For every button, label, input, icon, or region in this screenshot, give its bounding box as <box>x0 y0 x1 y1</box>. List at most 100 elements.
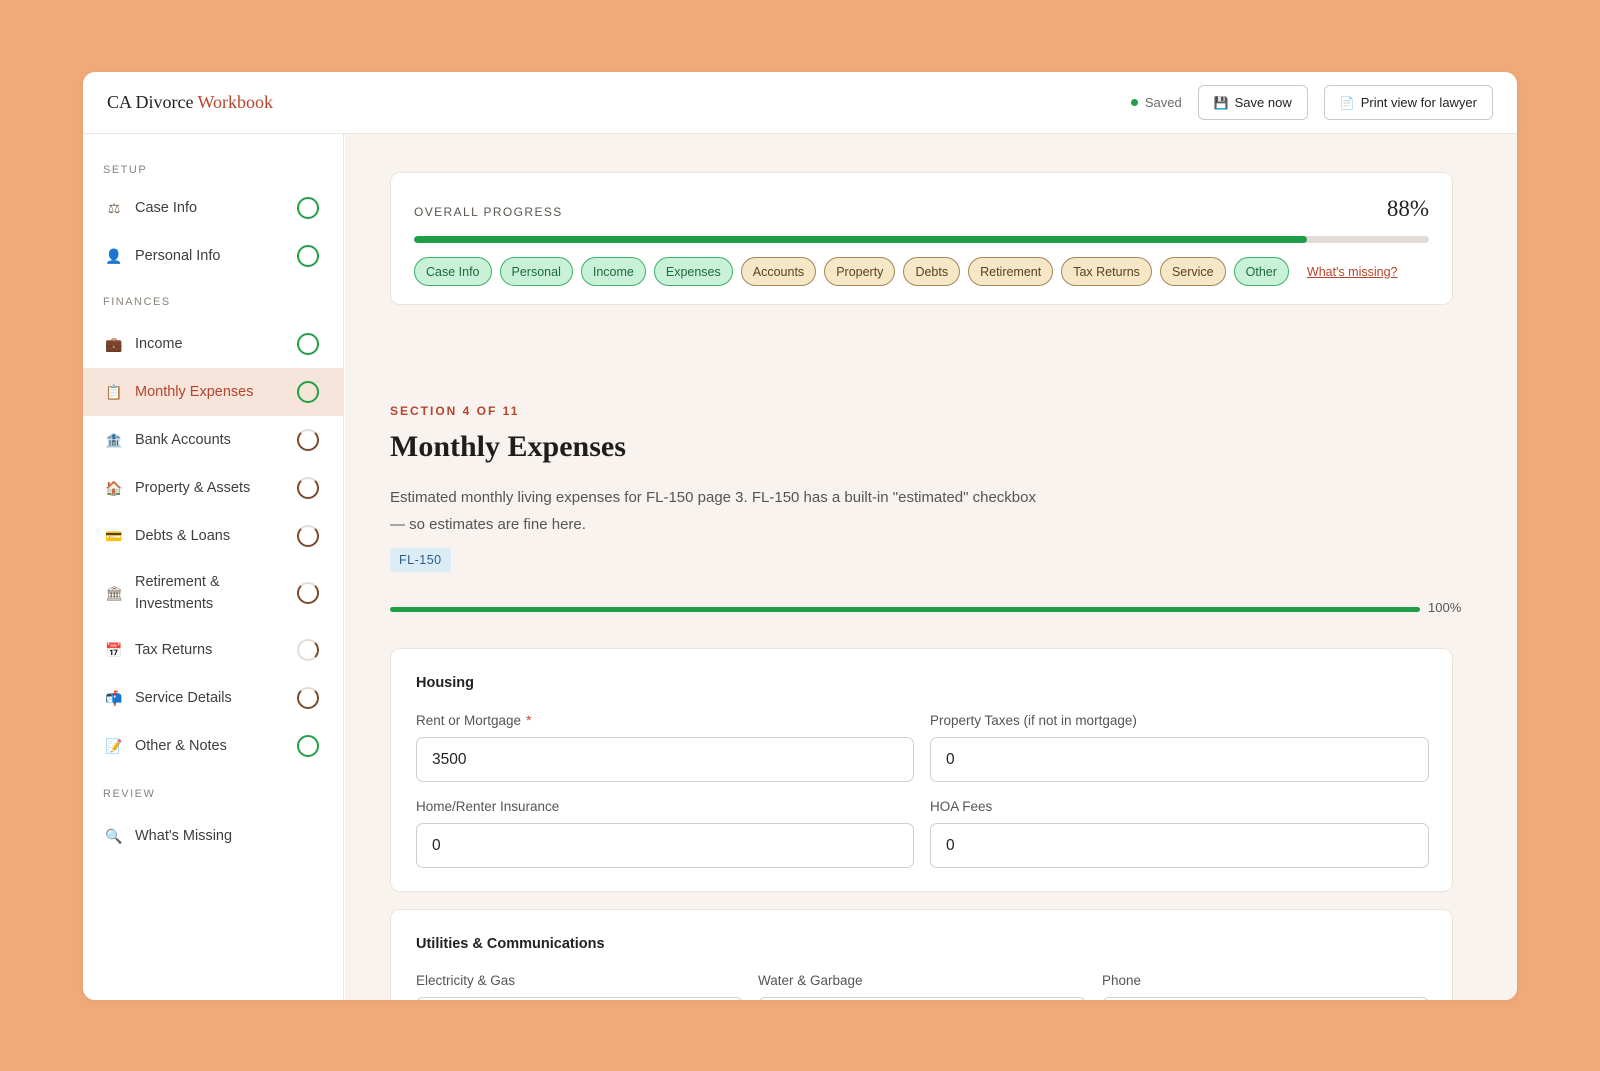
low-status-ring-icon <box>297 639 319 661</box>
sidebar-group-review: REVIEW <box>103 788 156 800</box>
sidebar-item-label: Case Info <box>135 199 198 216</box>
memo-icon: 📝 <box>105 737 123 754</box>
house-icon: 🏠 <box>105 479 123 496</box>
electricity-gas-input[interactable] <box>416 997 743 1000</box>
progress-chip-service[interactable]: Service <box>1159 257 1226 286</box>
property-taxes-label: Property Taxes (if not in mortgage) <box>930 713 1137 728</box>
sidebar-group-finances: FINANCES <box>103 296 171 308</box>
whats-missing-link[interactable]: What's missing? <box>1307 265 1398 279</box>
water-garbage-input[interactable] <box>758 997 1086 1000</box>
partial-status-ring-icon <box>297 477 319 499</box>
app-brand[interactable]: CA Divorce Workbook <box>107 92 273 113</box>
hoa-fees-label: HOA Fees <box>930 799 993 814</box>
partial-status-ring-icon <box>297 429 319 451</box>
calendar-icon: 📅 <box>105 641 123 658</box>
progress-chip-other[interactable]: Other <box>1233 257 1289 286</box>
sidebar-group-setup: SETUP <box>103 164 148 176</box>
complete-status-ring-icon <box>297 245 319 267</box>
home-insurance-input[interactable] <box>416 823 914 868</box>
overall-progress-card: OVERALL PROGRESS 88% Case Info Personal In… <box>390 172 1453 305</box>
housing-card: Housing Rent or Mortgage * Property Taxes… <box>390 648 1453 892</box>
section-progress-bar <box>390 607 1420 612</box>
saved-indicator-dot <box>1130 99 1138 106</box>
credit-card-icon: 💳 <box>105 527 123 544</box>
electricity-gas-label: Electricity & Gas <box>416 973 516 988</box>
mailbox-icon: 📬 <box>105 689 123 706</box>
sidebar-item-debts-loans[interactable]: 💳 Debts & Loans <box>83 512 343 560</box>
overall-progress-fill <box>414 236 1308 243</box>
sidebar-item-retirement-investments[interactable]: 🏛 Retirement & Investments <box>83 560 343 626</box>
rent-mortgage-label: Rent or Mortgage * <box>416 713 531 728</box>
progress-chip-debts[interactable]: Debts <box>903 257 961 286</box>
sidebar-item-property-assets[interactable]: 🏠 Property & Assets <box>83 464 343 512</box>
document-icon: 📄 <box>1339 95 1355 110</box>
sidebar-item-case-info[interactable]: ⚖ Case Info <box>83 184 343 232</box>
complete-status-ring-icon <box>297 197 319 219</box>
sidebar-item-income[interactable]: 💼 Income <box>83 320 343 368</box>
sidebar-item-label: Debts & Loans <box>135 527 231 544</box>
housing-title: Housing <box>416 675 474 691</box>
person-icon: 👤 <box>105 247 123 264</box>
sidebar-item-monthly-expenses[interactable]: 📋 Monthly Expenses <box>83 368 343 416</box>
phone-label: Phone <box>1102 973 1142 988</box>
scales-icon: ⚖ <box>107 199 121 216</box>
phone-input[interactable] <box>1102 997 1429 1000</box>
sidebar-item-label: Other & Notes <box>135 737 227 754</box>
sidebar-item-label: Retirement & Investments <box>135 573 220 612</box>
main-content: OVERALL PROGRESS 88% Case Info Personal In… <box>345 134 1517 1000</box>
sidebar-item-label: Monthly Expenses <box>135 383 254 400</box>
sidebar: SETUP ⚖ Case Info 👤 Personal Info FINANC… <box>83 134 344 1000</box>
progress-chip-property[interactable]: Property <box>824 257 896 286</box>
required-marker: * <box>526 713 532 728</box>
sidebar-item-label: Service Details <box>135 689 232 706</box>
progress-chip-retirement[interactable]: Retirement <box>968 257 1054 286</box>
sidebar-item-label: Bank Accounts <box>135 431 231 448</box>
overall-progress-bar <box>414 236 1429 243</box>
magnifying-glass-icon: 🔍 <box>105 827 123 844</box>
partial-status-ring-icon <box>297 687 319 709</box>
overall-progress-percent: 88% <box>1386 196 1429 221</box>
section-description: Estimated monthly living expenses for FL… <box>390 489 1036 533</box>
progress-chip-tax-returns[interactable]: Tax Returns <box>1061 257 1152 286</box>
classical-building-icon: 🏛 <box>105 584 123 601</box>
overall-progress-label: OVERALL PROGRESS <box>414 205 563 219</box>
floppy-disk-icon: 💾 <box>1213 95 1229 110</box>
sidebar-item-label: Personal Info <box>135 247 221 264</box>
sidebar-item-bank-accounts[interactable]: 🏦 Bank Accounts <box>83 416 343 464</box>
save-now-label: Save now <box>1234 95 1292 110</box>
sidebar-item-label: Property & Assets <box>135 479 251 496</box>
progress-chip-income[interactable]: Income <box>580 257 646 286</box>
water-garbage-label: Water & Garbage <box>758 973 863 988</box>
sidebar-item-tax-returns[interactable]: 📅 Tax Returns <box>83 626 343 674</box>
complete-status-ring-icon <box>297 381 319 403</box>
progress-chip-personal[interactable]: Personal <box>499 257 573 286</box>
print-view-button[interactable]: 📄 Print view for lawyer <box>1323 85 1493 120</box>
section-kicker: SECTION 4 OF 11 <box>390 404 520 418</box>
sidebar-item-label: Income <box>135 335 183 352</box>
partial-status-ring-icon <box>297 525 319 547</box>
sidebar-item-other-notes[interactable]: 📝 Other & Notes <box>83 722 343 770</box>
complete-status-ring-icon <box>297 735 319 757</box>
complete-status-ring-icon <box>297 333 319 355</box>
receipt-icon: 📋 <box>105 383 123 400</box>
save-now-button[interactable]: 💾 Save now <box>1197 85 1308 120</box>
print-view-label: Print view for lawyer <box>1360 95 1477 110</box>
progress-chip-expenses[interactable]: Expenses <box>653 257 733 286</box>
saved-label: Saved <box>1144 95 1182 110</box>
hoa-fees-input[interactable] <box>930 823 1429 868</box>
section-progress-fill <box>390 607 1420 612</box>
progress-chip-accounts[interactable]: Accounts <box>740 257 817 286</box>
sidebar-item-label: What's Missing <box>135 827 233 844</box>
property-taxes-input[interactable] <box>930 737 1429 782</box>
app-window: CA Divorce Workbook Saved 💾 Save now 📄 Pr… <box>83 72 1517 1000</box>
sidebar-item-service-details[interactable]: 📬 Service Details <box>83 674 343 722</box>
progress-chip-case-info[interactable]: Case Info <box>414 257 492 286</box>
sidebar-item-label: Tax Returns <box>135 641 213 658</box>
sidebar-item-whats-missing[interactable]: 🔍 What's Missing <box>83 812 343 860</box>
rent-mortgage-input[interactable] <box>416 737 914 782</box>
brand-accent: Workbook <box>197 92 274 112</box>
sidebar-item-personal-info[interactable]: 👤 Personal Info <box>83 232 343 280</box>
partial-status-ring-icon <box>297 582 319 604</box>
save-status: Saved <box>1130 95 1182 110</box>
utilities-title: Utilities & Communications <box>416 936 605 952</box>
